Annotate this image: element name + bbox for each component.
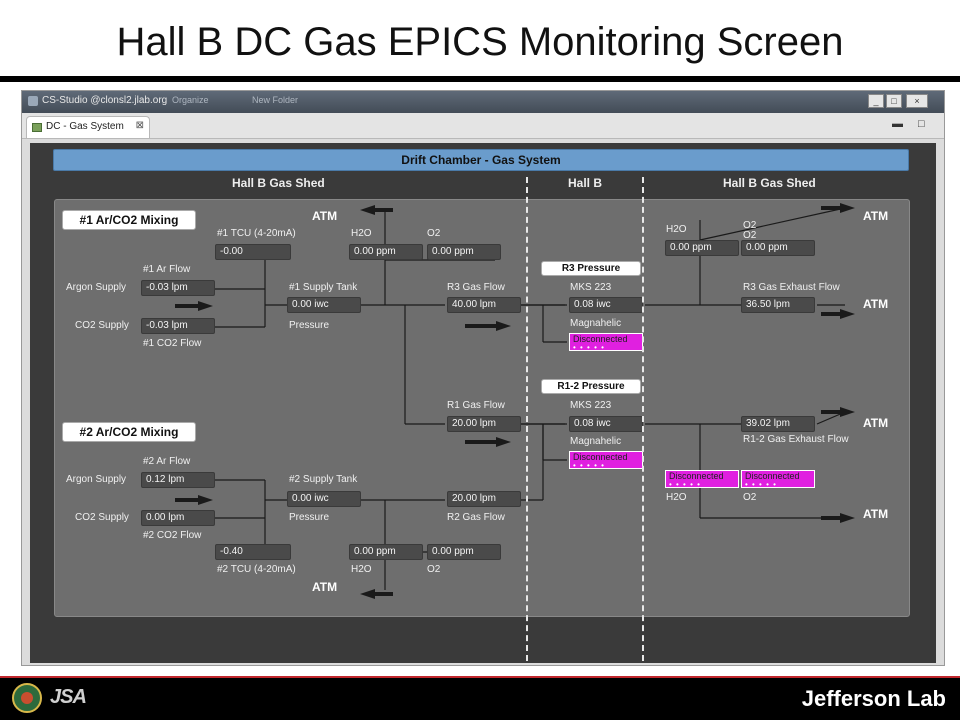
mix1-supply-tank-label: #1 Supply Tank <box>289 282 358 293</box>
jefferson-lab-logo: Jefferson Lab <box>801 686 946 711</box>
jsa-logo: JSA <box>50 686 87 708</box>
r12-magnahelic-label: Magnahelic <box>570 436 622 447</box>
divider-right <box>642 177 644 661</box>
exhaust-h2o-value: 0.00 ppm <box>665 240 739 256</box>
tab-label: DC - Gas System <box>46 121 124 132</box>
atm-label-exhaust-2: ATM <box>863 297 889 311</box>
mix1-co2-flow-label: #1 CO2 Flow <box>143 338 202 349</box>
mix2-argon-supply-label: Argon Supply <box>66 474 127 485</box>
mix2-tcu-label: #2 TCU (4-20mA) <box>217 564 296 575</box>
view-maximize-button[interactable]: □ <box>918 118 925 130</box>
r3-exhaust-label: R3 Gas Exhaust Flow <box>743 282 840 293</box>
mix2-h2o-value: 0.00 ppm <box>349 544 423 560</box>
divider-left <box>526 177 528 661</box>
atm-label-exhaust-1: ATM <box>863 209 889 223</box>
r3-magnahelic-label: Magnahelic <box>570 318 622 329</box>
title-rule <box>0 76 960 82</box>
exhaust-o2-value: 0.00 ppm <box>741 240 815 256</box>
mix1-tcu-label: #1 TCU (4-20mA) <box>217 228 296 239</box>
minimize-button[interactable]: _ <box>868 94 884 108</box>
r12-mks-value: 0.08 iwc <box>569 416 643 432</box>
mix1-h2o-label: H2O <box>351 228 372 239</box>
r12-exhaust-o2-label: O2 <box>743 492 757 503</box>
r12-exhaust-h2o-label: H2O <box>666 492 687 503</box>
mix2-title: #2 Ar/CO2 Mixing <box>62 422 196 442</box>
slide-footer: JSA Jefferson Lab <box>0 676 960 720</box>
app-icon <box>28 96 38 106</box>
mix2-pressure-label: Pressure <box>289 512 330 523</box>
mix1-argon-supply-label: Argon Supply <box>66 282 127 293</box>
r3-gas-flow-value: 40.00 lpm <box>447 297 521 313</box>
r1-gas-flow-value: 20.00 lpm <box>447 416 521 432</box>
mix1-title: #1 Ar/CO2 Mixing <box>62 210 196 230</box>
section-head-hall-b: Hall B <box>568 176 603 190</box>
mix2-co2-value: 0.00 lpm <box>141 510 215 526</box>
r3-mks-label: MKS 223 <box>570 282 612 293</box>
display-icon <box>32 123 42 132</box>
cs-studio-window: CS-Studio @clonsl2.jlab.org Organize New… <box>21 90 945 666</box>
mix2-o2-label: O2 <box>427 564 441 575</box>
view-minimize-button[interactable]: ▬ <box>892 118 903 130</box>
menu-organize[interactable]: Organize <box>172 95 209 105</box>
mix1-co2-value: -0.03 lpm <box>141 318 215 334</box>
mix1-co2-supply-label: CO2 Supply <box>75 320 129 331</box>
screen-banner: Drift Chamber - Gas System <box>53 149 909 171</box>
footer-rule <box>0 676 960 678</box>
r12-exhaust-value: 39.02 lpm <box>741 416 815 432</box>
r1-gas-flow-label: R1 Gas Flow <box>447 400 505 411</box>
mix1-pressure-label: Pressure <box>289 320 330 331</box>
mix1-supply-tank-value: 0.00 iwc <box>287 297 361 313</box>
r12-magnahelic-value: Disconnected • • • • • <box>569 451 643 469</box>
mix2-o2-value: 0.00 ppm <box>427 544 501 560</box>
atm-label-exhaust-3: ATM <box>863 416 889 430</box>
mix1-h2o-value: 0.00 ppm <box>349 244 423 260</box>
mix2-tcu-value: -0.40 <box>215 544 291 560</box>
window-title: CS-Studio @clonsl2.jlab.org <box>42 95 168 106</box>
window-titlebar[interactable]: CS-Studio @clonsl2.jlab.org Organize New… <box>22 91 944 113</box>
mix1-o2-label: O2 <box>427 228 441 239</box>
mix2-co2-flow-label: #2 CO2 Flow <box>143 530 202 541</box>
mix2-supply-tank-label: #2 Supply Tank <box>289 474 358 485</box>
slide-title: Hall B DC Gas EPICS Monitoring Screen <box>116 20 844 64</box>
mix2-h2o-label: H2O <box>351 564 372 575</box>
mix2-argon-value: 0.12 lpm <box>141 472 215 488</box>
exhaust-h2o-label: H2O <box>666 224 687 235</box>
r12-exhaust-label: R1-2 Gas Exhaust Flow <box>743 434 849 445</box>
r12-exhaust-h2o-value: Disconnected • • • • • <box>665 470 739 488</box>
mix1-ar-flow-label: #1 Ar Flow <box>143 264 191 275</box>
r3-exhaust-value: 36.50 lpm <box>741 297 815 313</box>
gas-system-panel: #1 Ar/CO2 Mixing #1 TCU (4-20mA) -0.00 A… <box>54 199 910 617</box>
r12-pressure-title: R1-2 Pressure <box>541 379 641 394</box>
close-button[interactable]: × <box>906 94 928 108</box>
maximize-button[interactable]: □ <box>886 94 902 108</box>
doe-seal-logo <box>12 683 42 713</box>
r3-gas-flow-label: R3 Gas Flow <box>447 282 505 293</box>
mix1-argon-value: -0.03 lpm <box>141 280 215 296</box>
r12-mks-label: MKS 223 <box>570 400 612 411</box>
r3-magnahelic-value: Disconnected • • • • • <box>569 333 643 351</box>
mix1-tcu-value: -0.00 <box>215 244 291 260</box>
atm-label-bottom: ATM <box>312 580 338 594</box>
r2-gas-flow-label: R2 Gas Flow <box>447 512 505 523</box>
menu-new-folder[interactable]: New Folder <box>252 95 298 105</box>
section-head-gas-shed-right: Hall B Gas Shed <box>723 176 816 190</box>
atm-label-exhaust-4: ATM <box>863 507 889 521</box>
atm-label-top: ATM <box>312 209 338 223</box>
tab-dc-gas-system[interactable]: DC - Gas System ⊠ <box>26 116 150 138</box>
r3-mks-value: 0.08 iwc <box>569 297 643 313</box>
mix2-supply-tank-value: 0.00 iwc <box>287 491 361 507</box>
section-head-gas-shed-left: Hall B Gas Shed <box>232 176 325 190</box>
mix1-o2-value: 0.00 ppm <box>427 244 501 260</box>
mix2-co2-supply-label: CO2 Supply <box>75 512 129 523</box>
editor-tabbar: DC - Gas System ⊠ ▬ □ <box>22 113 944 139</box>
tab-close-icon[interactable]: ⊠ <box>136 120 144 131</box>
r2-gas-flow-value: 20.00 lpm <box>447 491 521 507</box>
opi-display: Drift Chamber - Gas System Hall B Gas Sh… <box>30 143 936 663</box>
mix2-ar-flow-label: #2 Ar Flow <box>143 456 191 467</box>
r12-exhaust-o2-value: Disconnected • • • • • <box>741 470 815 488</box>
r3-pressure-title: R3 Pressure <box>541 261 641 276</box>
